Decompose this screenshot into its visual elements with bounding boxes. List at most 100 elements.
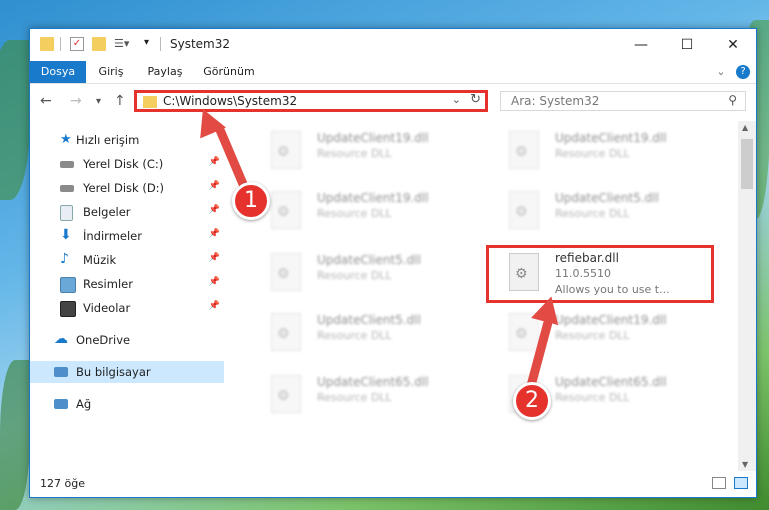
quick-access-menu-icon[interactable]: ☰▾	[114, 37, 129, 51]
chevron-down-icon[interactable]: ⌄	[452, 93, 461, 106]
forward-button[interactable]: →	[70, 93, 82, 109]
sidebar-item-this-pc[interactable]: Bu bilgisayar	[30, 361, 224, 383]
properties-icon[interactable]: ✓	[70, 37, 84, 51]
tab-file[interactable]: Dosya	[30, 61, 86, 83]
divider	[160, 37, 161, 51]
chevron-down-icon[interactable]: ▾	[144, 37, 158, 51]
sidebar-item-label: Yerel Disk (D:)	[83, 181, 165, 195]
dll-file-icon	[271, 253, 301, 291]
folder-icon	[40, 37, 54, 51]
file-name: UpdateClient5.dll	[317, 253, 421, 267]
sidebar-item-local-disk-c[interactable]: Yerel Disk (C:) 📌	[30, 153, 224, 175]
drive-icon	[60, 161, 74, 168]
sidebar-item-quick-access[interactable]: ★ Hızlı erişim	[30, 129, 224, 151]
file-description: Resource DLL	[317, 391, 392, 404]
divider	[60, 37, 61, 51]
pin-icon[interactable]: 📌	[209, 253, 220, 263]
sidebar-item-label: OneDrive	[76, 333, 131, 347]
file-description: Resource DLL	[555, 391, 630, 404]
file-description: Resource DLL	[317, 147, 392, 160]
search-input[interactable]: Ara: System32 ⚲	[500, 91, 746, 111]
documents-icon	[60, 205, 73, 221]
file-tile[interactable]: UpdateClient5.dll Resource DLL	[245, 307, 465, 359]
search-icon[interactable]: ⚲	[728, 93, 737, 107]
tab-home[interactable]: Giriş	[92, 61, 130, 83]
address-path[interactable]: C:\Windows\System32	[163, 94, 297, 108]
window-title: System32	[170, 37, 231, 51]
sidebar-item-local-disk-d[interactable]: Yerel Disk (D:) 📌	[30, 177, 224, 199]
pin-icon[interactable]: 📌	[209, 157, 220, 167]
close-button[interactable]: ✕	[710, 29, 756, 61]
file-description: Resource DLL	[555, 207, 630, 220]
file-name: UpdateClient65.dll	[555, 375, 667, 389]
file-tile[interactable]: UpdateClient19.dll Resource DLL	[483, 125, 703, 177]
target-highlight-box	[486, 245, 714, 303]
wallpaper-leaf	[0, 360, 30, 510]
dll-file-icon	[271, 313, 301, 351]
address-bar[interactable]: C:\Windows\System32 ⌄ ↻	[134, 90, 488, 112]
scroll-down-icon[interactable]: ▼	[742, 460, 748, 469]
file-name: UpdateClient5.dll	[317, 313, 421, 327]
sidebar-item-onedrive[interactable]: ☁ OneDrive	[30, 329, 224, 351]
annotation-badge-1: 1	[232, 182, 270, 220]
details-view-icon[interactable]	[712, 477, 726, 489]
search-placeholder: Ara: System32	[511, 94, 600, 108]
sidebar-item-music[interactable]: ♪ Müzik 📌	[30, 249, 224, 271]
dll-file-icon	[271, 191, 301, 229]
annotation-badge-2: 2	[513, 382, 551, 420]
maximize-button[interactable]: ☐	[664, 29, 710, 61]
expand-ribbon-icon[interactable]: ⌄	[714, 61, 728, 83]
scrollbar-thumb[interactable]	[741, 139, 753, 189]
music-icon: ♪	[60, 251, 69, 267]
refresh-icon[interactable]: ↻	[470, 92, 481, 107]
pin-icon[interactable]: 📌	[209, 229, 220, 239]
sidebar-item-pictures[interactable]: Resimler 📌	[30, 273, 224, 295]
pin-icon[interactable]: 📌	[209, 277, 220, 287]
pin-icon[interactable]: 📌	[209, 205, 220, 215]
tiles-view-icon[interactable]	[734, 477, 748, 489]
sidebar-item-label: Hızlı erişim	[76, 133, 140, 147]
sidebar-item-documents[interactable]: Belgeler 📌	[30, 201, 224, 223]
back-button[interactable]: ←	[40, 93, 52, 109]
vertical-scrollbar[interactable]: ▲ ▼	[738, 121, 756, 471]
sidebar-item-label: Belgeler	[83, 205, 131, 219]
recent-locations-icon[interactable]: ▾	[96, 96, 101, 107]
star-icon: ★	[60, 132, 72, 147]
sidebar-item-network[interactable]: Ağ	[30, 393, 224, 415]
sidebar-item-videos[interactable]: Videolar 📌	[30, 297, 224, 319]
file-name: UpdateClient5.dll	[555, 191, 659, 205]
scroll-up-icon[interactable]: ▲	[742, 123, 748, 132]
sidebar-item-label: İndirmeler	[83, 229, 142, 243]
file-tile[interactable]: UpdateClient65.dll Resource DLL	[245, 369, 465, 421]
sidebar-item-label: Müzik	[83, 253, 117, 267]
file-name: UpdateClient65.dll	[317, 375, 429, 389]
file-name: UpdateClient19.dll	[317, 131, 429, 145]
drive-icon	[60, 185, 74, 192]
navigation-pane: ★ Hızlı erişim Yerel Disk (C:) 📌 Yerel D…	[30, 121, 224, 471]
sidebar-item-downloads[interactable]: ⬇ İndirmeler 📌	[30, 225, 224, 247]
dll-file-icon	[509, 131, 539, 169]
tab-share[interactable]: Paylaş	[142, 61, 188, 83]
pin-icon[interactable]: 📌	[209, 301, 220, 311]
network-icon	[54, 399, 68, 409]
cloud-icon: ☁	[54, 331, 68, 347]
up-button[interactable]: ↑	[114, 93, 126, 109]
file-tile[interactable]: UpdateClient5.dll Resource DLL	[245, 247, 465, 299]
file-tile[interactable]: UpdateClient5.dll Resource DLL	[483, 185, 703, 237]
file-tile[interactable]: UpdateClient19.dll Resource DLL	[245, 125, 465, 177]
pin-icon[interactable]: 📌	[209, 181, 220, 191]
pictures-icon	[60, 277, 76, 293]
file-tile[interactable]: UpdateClient19.dll Resource DLL	[483, 307, 703, 359]
file-description: Resource DLL	[555, 329, 630, 342]
help-icon[interactable]: ?	[736, 65, 750, 79]
new-folder-icon[interactable]	[92, 37, 106, 51]
tab-view[interactable]: Görünüm	[202, 61, 256, 83]
minimize-button[interactable]: —	[618, 29, 664, 61]
file-tile[interactable]: UpdateClient19.dll Resource DLL	[245, 185, 465, 237]
sidebar-item-label: Yerel Disk (C:)	[83, 157, 164, 171]
ribbon: Dosya Giriş Paylaş Görünüm ⌄ ?	[30, 61, 756, 84]
status-bar: 127 öğe	[30, 471, 756, 497]
file-description: Resource DLL	[555, 147, 630, 160]
explorer-window: ✓ ☰▾ ▾ System32 — ☐ ✕ Dosya Giriş Paylaş…	[29, 28, 757, 498]
file-name: UpdateClient19.dll	[555, 131, 667, 145]
